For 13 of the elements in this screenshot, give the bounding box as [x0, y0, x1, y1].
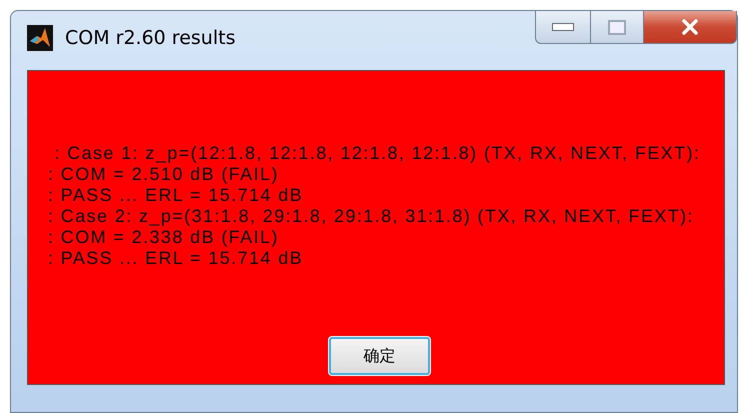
- maximize-button[interactable]: [591, 11, 644, 44]
- message-line: : Case 1: z_p=(12:1.8, 12:1.8, 12:1.8, 12:1.8) (TX, RX, NEXT, FEXT):: [53, 143, 702, 164]
- message-line: : COM = 2.510 dB (FAIL): [48, 164, 280, 185]
- message-line: : PASS ... ERL = 15.714 dB: [48, 248, 304, 269]
- message-line: : COM = 2.338 dB (FAIL): [48, 227, 280, 248]
- window-title: COM r2.60 results: [65, 26, 236, 48]
- message-line: : PASS ... ERL = 15.714 dB: [48, 185, 304, 206]
- ok-button[interactable]: 确定: [329, 337, 430, 375]
- close-button[interactable]: [644, 11, 737, 44]
- app-logo-icon: [27, 24, 53, 50]
- close-icon: [680, 19, 700, 35]
- message-line: : Case 2: z_p=(31:1.8, 29:1.8, 29:1.8, 31:1.8) (TX, RX, NEXT, FEXT):: [48, 206, 695, 227]
- minimize-button[interactable]: [535, 11, 591, 44]
